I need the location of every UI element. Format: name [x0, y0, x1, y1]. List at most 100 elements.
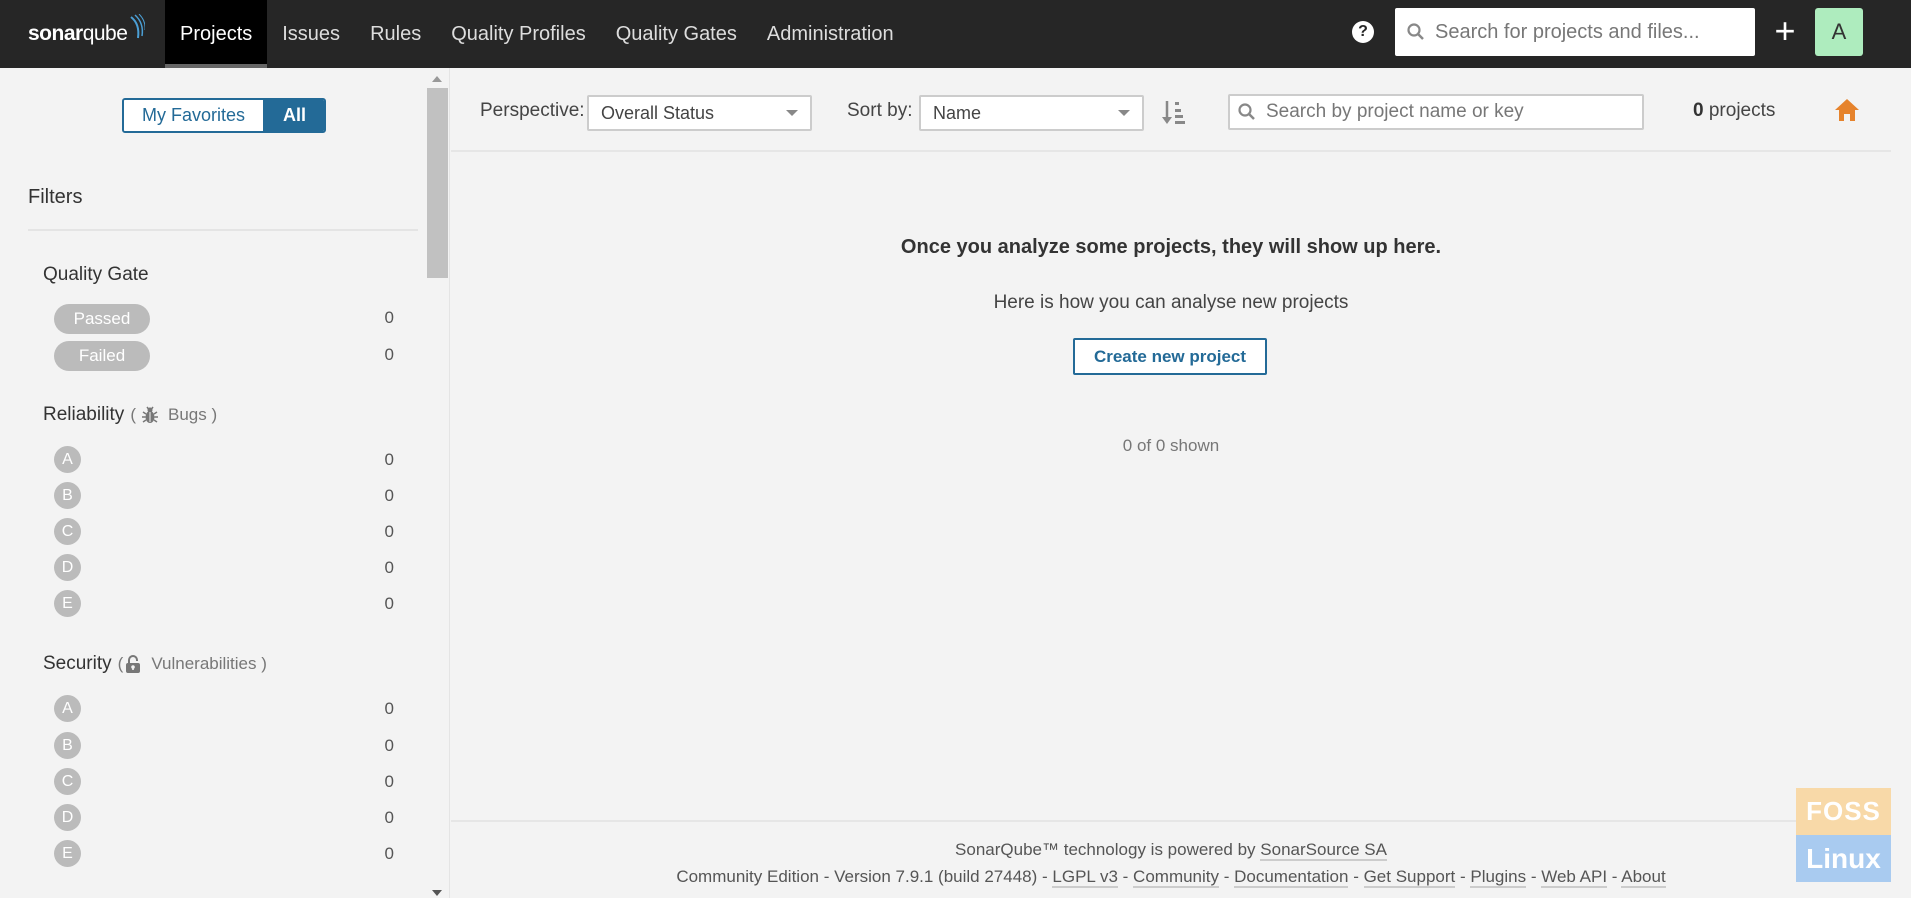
security-rating-b[interactable]: B [54, 732, 81, 759]
sort-by-value: Name [933, 103, 982, 123]
global-search[interactable] [1395, 8, 1755, 56]
reliability-rating-e[interactable]: E [54, 590, 81, 617]
watermark-bottom: Linux [1796, 835, 1891, 882]
shown-count: 0 of 0 shown [1122, 436, 1220, 455]
community-link[interactable]: Community [1133, 867, 1220, 888]
create-plus-button[interactable]: + [1770, 13, 1800, 50]
sonarqube-logo[interactable]: sonarqube [28, 12, 146, 56]
security-title: Security [43, 653, 112, 674]
favorites-toggle: My Favorites All [122, 98, 327, 133]
reliability-rating-a[interactable]: A [54, 446, 81, 473]
quality-gate-failed-count: 0 [384, 345, 394, 364]
separator: - [1219, 867, 1235, 886]
version-text: Version 7.9.1 (build 27448) [834, 867, 1038, 886]
nav-projects[interactable]: Projects [165, 0, 268, 68]
main-nav: Projects Issues Rules Quality Profiles Q… [165, 0, 909, 68]
nav-quality-profiles[interactable]: Quality Profiles [436, 0, 601, 68]
logo-text-bold: sonar [28, 22, 83, 45]
footer-links: Community Edition - Version 7.9.1 (build… [451, 867, 1891, 888]
separator: - [1455, 867, 1471, 886]
unlock-icon [125, 655, 141, 673]
plugins-link[interactable]: Plugins [1470, 867, 1527, 888]
web-api-link[interactable]: Web API [1541, 867, 1608, 888]
user-avatar[interactable]: A [1815, 8, 1863, 56]
security-rating-c[interactable]: C [54, 768, 81, 795]
projects-toolbar: Perspective: Overall Status Sort by: Nam… [451, 68, 1891, 152]
empty-state-subtitle: Here is how you can analyse new projects [993, 292, 1349, 313]
global-search-input[interactable] [1435, 20, 1735, 44]
security-rating-a[interactable]: A [54, 695, 81, 722]
top-navbar: sonarqube Projects Issues Rules Quality … [0, 0, 1911, 68]
project-count: 0 projects [1693, 100, 1775, 122]
paren-open: ( [117, 654, 124, 673]
security-b-count: 0 [384, 736, 394, 755]
powered-text: SonarQube™ technology is powered by [955, 840, 1261, 859]
security-a-count: 0 [384, 699, 394, 718]
about-link[interactable]: About [1621, 867, 1666, 888]
get-support-link[interactable]: Get Support [1363, 867, 1456, 888]
project-search[interactable] [1228, 94, 1644, 130]
watermark-top: FOSS [1796, 788, 1891, 835]
nav-administration[interactable]: Administration [752, 0, 909, 68]
project-search-input[interactable] [1266, 101, 1626, 123]
sort-direction-icon[interactable] [1162, 100, 1186, 131]
reliability-c-count: 0 [384, 522, 394, 541]
search-icon [1407, 23, 1424, 40]
reliability-b-count: 0 [384, 486, 394, 505]
filters-heading: Filters [28, 186, 83, 208]
scroll-up-arrow-icon[interactable] [432, 76, 442, 82]
chevron-down-icon [786, 110, 798, 116]
security-c-count: 0 [384, 772, 394, 791]
reliability-title: Reliability [43, 404, 125, 425]
sonarsource-link[interactable]: SonarSource SA [1260, 840, 1387, 861]
scroll-down-arrow-icon[interactable] [432, 890, 442, 896]
separator: - [818, 867, 835, 886]
documentation-link[interactable]: Documentation [1234, 867, 1349, 888]
quality-gate-passed-count: 0 [384, 308, 394, 327]
separator: - [1607, 867, 1622, 886]
create-new-project-button[interactable]: Create new project [1073, 338, 1267, 375]
home-icon[interactable] [1834, 98, 1860, 127]
reliability-facet-title: Reliability ( Bugs ) [43, 404, 217, 426]
separator: - [1117, 867, 1134, 886]
sidebar-scrollbar[interactable] [427, 68, 448, 898]
security-facet-title: Security ( Vulnerabilities ) [43, 653, 267, 675]
help-icon[interactable]: ? [1352, 21, 1374, 43]
security-rating-d[interactable]: D [54, 804, 81, 831]
vulnerabilities-label: Vulnerabilities ) [151, 654, 267, 673]
reliability-rating-d[interactable]: D [54, 554, 81, 581]
security-e-count: 0 [384, 844, 394, 863]
reliability-rating-c[interactable]: C [54, 518, 81, 545]
security-d-count: 0 [384, 808, 394, 827]
sort-by-select[interactable]: Name [919, 95, 1144, 131]
separator: - [1037, 867, 1053, 886]
nav-rules[interactable]: Rules [355, 0, 436, 68]
bugs-label: Bugs ) [167, 405, 218, 424]
nav-quality-gates[interactable]: Quality Gates [601, 0, 752, 68]
sort-by-label: Sort by: [847, 100, 913, 121]
footer-powered-by: SonarQube™ technology is powered by Sona… [451, 840, 1891, 861]
reliability-d-count: 0 [384, 558, 394, 577]
security-rating-e[interactable]: E [54, 840, 81, 867]
project-count-number: 0 [1693, 100, 1704, 121]
all-button[interactable]: All [263, 100, 325, 131]
reliability-a-count: 0 [384, 450, 394, 469]
reliability-rating-b[interactable]: B [54, 482, 81, 509]
scrollbar-thumb[interactable] [427, 88, 448, 278]
quality-gate-facet-title: Quality Gate [43, 264, 149, 285]
project-count-suffix: projects [1703, 100, 1776, 121]
quality-gate-passed[interactable]: Passed [54, 304, 150, 334]
quality-gate-failed[interactable]: Failed [54, 341, 150, 371]
separator: - [1526, 867, 1542, 886]
bug-icon [141, 406, 158, 424]
perspective-select[interactable]: Overall Status [587, 95, 812, 131]
filters-divider [28, 229, 418, 231]
nav-issues[interactable]: Issues [267, 0, 355, 68]
reliability-e-count: 0 [384, 594, 394, 613]
my-favorites-button[interactable]: My Favorites [124, 100, 264, 131]
page-footer: SonarQube™ technology is powered by Sona… [451, 820, 1891, 898]
chevron-down-icon [1118, 110, 1130, 116]
lgpl-link[interactable]: LGPL v3 [1052, 867, 1118, 888]
paren-open: ( [130, 405, 136, 424]
perspective-value: Overall Status [601, 103, 715, 123]
